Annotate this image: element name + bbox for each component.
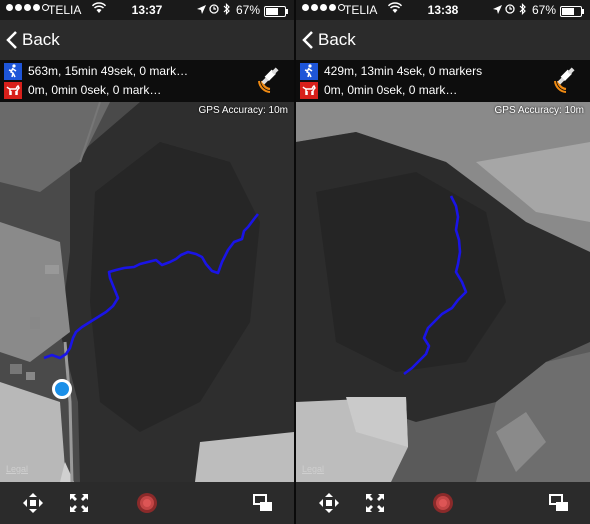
- gps-accuracy-label: GPS Accuracy: 10m: [198, 105, 288, 116]
- nav-bar: Back: [0, 20, 294, 60]
- track-info-bar: 563m, 15min 49sek, 0 mark… 0m, 0min 0sek…: [0, 60, 294, 102]
- move-icon: [319, 493, 339, 513]
- back-button[interactable]: Back: [6, 27, 60, 53]
- legal-link[interactable]: Legal: [6, 464, 28, 474]
- dog-icon: [300, 81, 318, 99]
- system-icons: [196, 3, 232, 18]
- back-label: Back: [318, 30, 356, 49]
- screen-right: TELIA 13:38 67% Back 429m, 13min 4sek, 0…: [296, 0, 590, 524]
- battery-percent: 67%: [532, 3, 557, 17]
- map-imagery: [0, 102, 294, 482]
- move-button[interactable]: [316, 490, 342, 516]
- back-button[interactable]: Back: [302, 27, 356, 53]
- battery-icon: [560, 6, 584, 17]
- person-track-row: 429m, 13min 4sek, 0 markers: [300, 62, 482, 80]
- track-info-bar: 429m, 13min 4sek, 0 markers 0m, 0min 0se…: [296, 60, 590, 102]
- gps-accuracy-label: GPS Accuracy: 10m: [494, 105, 584, 116]
- person-track-row: 563m, 15min 49sek, 0 mark…: [4, 62, 188, 80]
- status-bar: TELIA 13:37 67%: [0, 0, 294, 20]
- dog-track-row: 0m, 0min 0sek, 0 mark…: [4, 81, 161, 99]
- fullscreen-icon: [366, 494, 384, 512]
- layers-button[interactable]: [546, 490, 572, 516]
- fullscreen-button[interactable]: [362, 490, 388, 516]
- dog-track-text: 0m, 0min 0sek, 0 mark…: [28, 83, 162, 97]
- battery-fill: [562, 8, 575, 15]
- legal-link[interactable]: Legal: [302, 464, 324, 474]
- satellite-map[interactable]: GPS Accuracy: 10m Legal: [0, 102, 294, 482]
- dog-track-text: 0m, 0min 0sek, 0 mark…: [324, 83, 458, 97]
- bottom-toolbar: [296, 482, 590, 524]
- move-button[interactable]: [20, 490, 46, 516]
- back-label: Back: [22, 30, 60, 49]
- dog-track-row: 0m, 0min 0sek, 0 mark…: [300, 81, 457, 99]
- person-track-text: 563m, 15min 49sek, 0 mark…: [28, 64, 189, 78]
- chevron-left-icon: [302, 31, 313, 49]
- layers-icon: [549, 494, 568, 511]
- battery-percent: 67%: [236, 3, 261, 17]
- map-imagery: [296, 102, 590, 482]
- move-icon: [23, 493, 43, 513]
- layers-button[interactable]: [250, 490, 276, 516]
- record-button[interactable]: [430, 490, 456, 516]
- walking-person-icon: [300, 62, 318, 80]
- screen-left: TELIA 13:37 67% Back 563m, 15min 49sek, …: [0, 0, 294, 524]
- current-location-dot: [52, 379, 72, 399]
- gps-satellite-icon[interactable]: [554, 67, 580, 93]
- dog-icon: [4, 81, 22, 99]
- walking-person-icon: [4, 62, 22, 80]
- status-bar: TELIA 13:38 67%: [296, 0, 590, 20]
- fullscreen-icon: [70, 494, 88, 512]
- layers-icon: [253, 494, 272, 511]
- record-icon: [137, 493, 157, 513]
- app-root: TELIA 13:37 67% Back 563m, 15min 49sek, …: [0, 0, 590, 524]
- nav-bar: Back: [296, 20, 590, 60]
- fullscreen-button[interactable]: [66, 490, 92, 516]
- record-button[interactable]: [134, 490, 160, 516]
- gps-satellite-icon[interactable]: [258, 67, 284, 93]
- chevron-left-icon: [6, 31, 17, 49]
- record-icon: [433, 493, 453, 513]
- system-icons: [492, 3, 528, 18]
- battery-icon: [264, 6, 288, 17]
- person-track-text: 429m, 13min 4sek, 0 markers: [324, 64, 483, 78]
- satellite-map[interactable]: GPS Accuracy: 10m Legal: [296, 102, 590, 482]
- battery-fill: [266, 8, 279, 15]
- bottom-toolbar: [0, 482, 294, 524]
